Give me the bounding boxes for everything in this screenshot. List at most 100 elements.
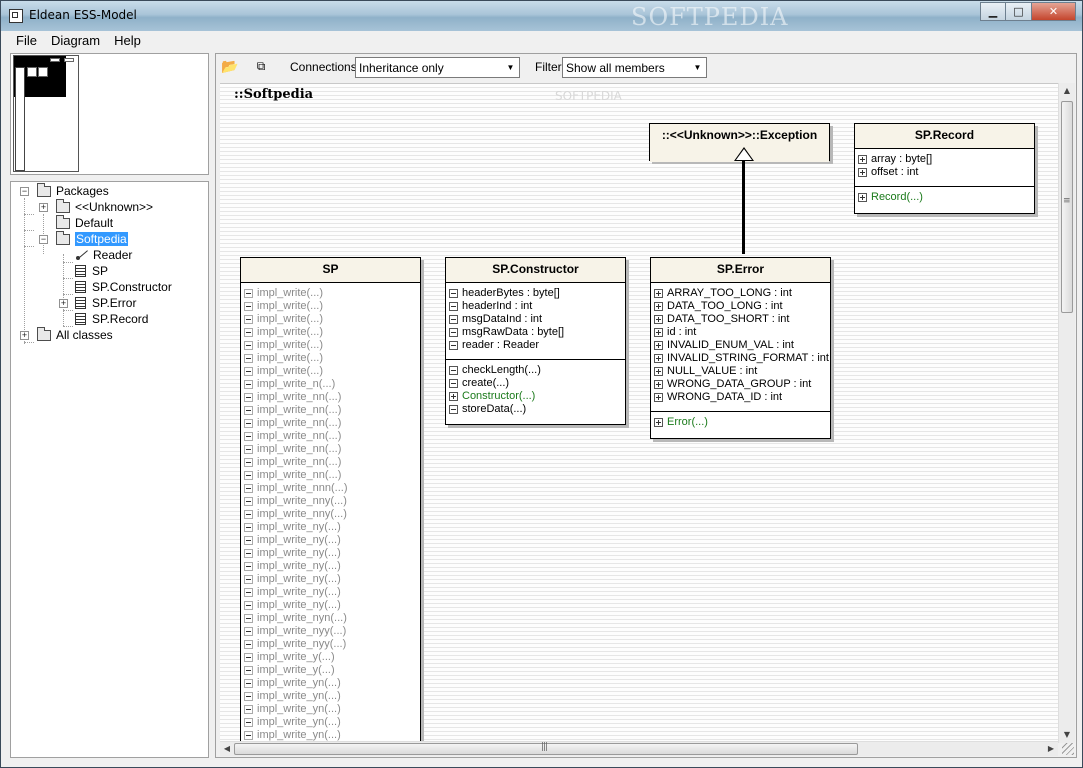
tree-item-sp-constructor[interactable]: SP.Constructor [75, 279, 172, 295]
method-item[interactable]: impl_write_nn(...) [244, 417, 420, 430]
method-item[interactable]: impl_write_nn(...) [244, 469, 420, 482]
method-item[interactable]: impl_write_ny(...) [244, 599, 420, 612]
vertical-scrollbar[interactable]: ▲ ▼ [1058, 83, 1075, 743]
expand-unknown-toggle[interactable]: + [39, 203, 48, 212]
method-item[interactable]: impl_write_nn(...) [244, 430, 420, 443]
tree-item-reader[interactable]: Reader [75, 247, 132, 263]
menu-help[interactable]: Help [107, 31, 148, 51]
title-bar[interactable]: Eldean ESS-Model SOFTPEDIA ▁ □ ✕ [1, 1, 1082, 31]
class-box-sp-record[interactable]: SP.Record array : byte[] offset : int Re… [854, 123, 1035, 214]
method-item[interactable]: impl_write_nnn(...) [244, 482, 420, 495]
close-button[interactable]: ✕ [1032, 2, 1076, 21]
field-item[interactable]: WRONG_DATA_GROUP : int [654, 378, 830, 391]
method-item[interactable]: impl_write_nny(...) [244, 508, 420, 521]
method-item[interactable]: impl_write_yn(...) [244, 716, 420, 729]
expand-all-classes-toggle[interactable]: + [20, 331, 29, 340]
diagram-layout-icon[interactable]: ⧉ [252, 58, 270, 75]
tree-item-sp-record[interactable]: SP.Record [75, 311, 148, 327]
method-item[interactable]: impl_write_nny(...) [244, 495, 420, 508]
tree-item-softpedia[interactable]: Softpedia [56, 230, 128, 247]
scroll-right-icon[interactable]: ▶ [1044, 742, 1058, 756]
class-box-sp[interactable]: SP impl_write(...) impl_write(...) impl_wr… [240, 257, 421, 743]
method-item[interactable]: impl_write_nn(...) [244, 456, 420, 469]
class-box-sp-error[interactable]: SP.Error ARRAY_TOO_LONG : int DATA_TOO_L… [650, 257, 831, 439]
scroll-down-icon[interactable]: ▼ [1059, 727, 1075, 743]
method-item[interactable]: impl_write_nyy(...) [244, 638, 420, 651]
method-item[interactable]: impl_write_yn(...) [244, 703, 420, 716]
tree-item-default[interactable]: Default [56, 214, 113, 231]
resize-grip[interactable] [1062, 743, 1074, 755]
field-item[interactable]: offset : int [858, 166, 1034, 179]
scroll-left-icon[interactable]: ◀ [220, 742, 234, 756]
method-item[interactable]: Constructor(...) [449, 390, 625, 403]
field-item[interactable]: ARRAY_TOO_LONG : int [654, 287, 830, 300]
method-item[interactable]: impl_write_y(...) [244, 664, 420, 677]
field-item[interactable]: WRONG_DATA_ID : int [654, 391, 830, 404]
method-item[interactable]: impl_write_n(...) [244, 378, 420, 391]
method-item[interactable]: impl_write_nyy(...) [244, 625, 420, 638]
field-item[interactable]: NULL_VALUE : int [654, 365, 830, 378]
method-item[interactable]: impl_write_ny(...) [244, 534, 420, 547]
diagram-canvas[interactable]: ::Softpedia SOFTPEDIA ::<<Unknown>>::Exc… [220, 83, 1074, 743]
scroll-up-icon[interactable]: ▲ [1059, 83, 1075, 99]
method-item[interactable]: checkLength(...) [449, 364, 625, 377]
method-item[interactable]: Record(...) [858, 191, 1034, 204]
method-item[interactable]: impl_write_ny(...) [244, 521, 420, 534]
method-item[interactable]: impl_write(...) [244, 365, 420, 378]
collapse-icon [449, 328, 458, 337]
method-item[interactable]: impl_write_ny(...) [244, 560, 420, 573]
method-item[interactable]: Error(...) [654, 416, 830, 429]
method-item[interactable]: impl_write_nn(...) [244, 391, 420, 404]
tree-item-all-classes[interactable]: All classes [37, 326, 113, 343]
horizontal-scrollbar[interactable]: ◀ ▶ [220, 741, 1058, 756]
method-item[interactable]: impl_write(...) [244, 287, 420, 300]
diagram-overview[interactable] [10, 53, 209, 175]
field-item[interactable]: INVALID_STRING_FORMAT : int [654, 352, 830, 365]
field-item[interactable]: id : int [654, 326, 830, 339]
method-item[interactable]: impl_write_nyn(...) [244, 612, 420, 625]
tree-item-sp-error[interactable]: SP.Error [75, 295, 136, 311]
menu-file[interactable]: File [2, 31, 44, 51]
field-item[interactable]: headerBytes : byte[] [449, 287, 625, 300]
horizontal-scroll-thumb[interactable] [234, 742, 858, 755]
method-item[interactable]: impl_write_ny(...) [244, 547, 420, 560]
open-folder-icon[interactable]: 📂 [221, 58, 239, 75]
class-box-sp-constructor[interactable]: SP.Constructor headerBytes : byte[] head… [445, 257, 626, 425]
filter-select[interactable]: Show all members ▼ [562, 57, 707, 78]
field-item[interactable]: DATA_TOO_SHORT : int [654, 313, 830, 326]
method-item[interactable]: storeData(...) [449, 403, 625, 416]
method-item[interactable]: impl_write_nn(...) [244, 443, 420, 456]
method-item[interactable]: impl_write_yn(...) [244, 677, 420, 690]
method-item[interactable]: impl_write(...) [244, 300, 420, 313]
collapse-icon [244, 705, 253, 714]
field-item[interactable]: INVALID_ENUM_VAL : int [654, 339, 830, 352]
field-item[interactable]: msgRawData : byte[] [449, 326, 625, 339]
field-item[interactable]: reader : Reader [449, 339, 625, 352]
method-item[interactable]: impl_write_ny(...) [244, 573, 420, 586]
collapse-softpedia-toggle[interactable]: − [39, 235, 48, 244]
tree-item-sp[interactable]: SP [75, 263, 108, 279]
tree-item-unknown[interactable]: <<Unknown>> [56, 198, 153, 215]
method-item[interactable]: impl_write_y(...) [244, 651, 420, 664]
method-item[interactable]: impl_write_ny(...) [244, 586, 420, 599]
field-item[interactable]: headerInd : int [449, 300, 625, 313]
method-item[interactable]: impl_write(...) [244, 313, 420, 326]
maximize-button[interactable]: □ [1006, 2, 1032, 21]
menu-diagram[interactable]: Diagram [44, 31, 107, 51]
method-item[interactable]: impl_write(...) [244, 326, 420, 339]
field-item[interactable]: DATA_TOO_LONG : int [654, 300, 830, 313]
field-item[interactable]: msgDataInd : int [449, 313, 625, 326]
minimize-button[interactable]: ▁ [980, 2, 1006, 21]
connections-select[interactable]: Inheritance only ▼ [355, 57, 520, 78]
method-item[interactable]: impl_write_nn(...) [244, 404, 420, 417]
method-item[interactable]: impl_write(...) [244, 352, 420, 365]
overview-viewport[interactable] [13, 55, 79, 172]
tree-item-packages[interactable]: Packages [37, 182, 109, 199]
collapse-packages-toggle[interactable]: − [20, 187, 29, 196]
method-item[interactable]: impl_write(...) [244, 339, 420, 352]
method-item[interactable]: impl_write_yn(...) [244, 690, 420, 703]
field-item[interactable]: array : byte[] [858, 153, 1034, 166]
expand-sp-error-toggle[interactable]: + [59, 299, 68, 308]
vertical-scroll-thumb[interactable] [1061, 101, 1073, 313]
method-item[interactable]: create(...) [449, 377, 625, 390]
